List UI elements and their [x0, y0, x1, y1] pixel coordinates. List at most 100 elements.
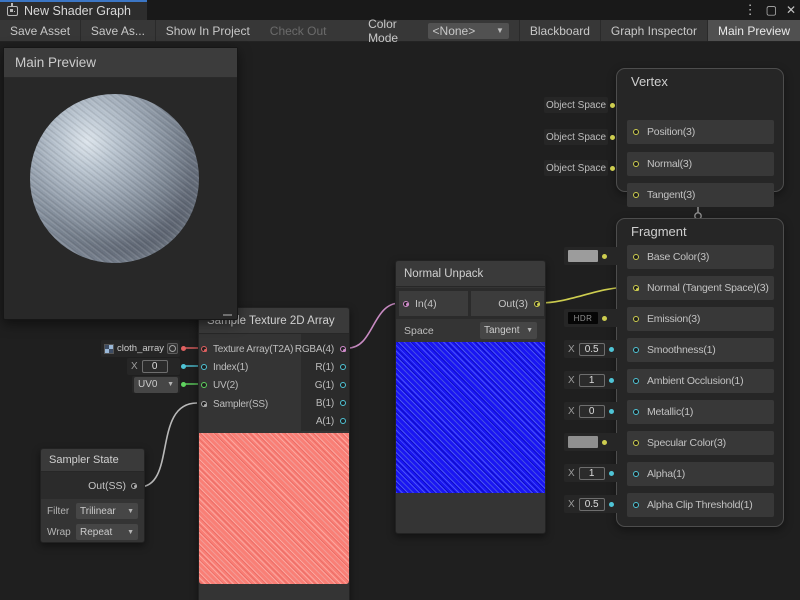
port-out[interactable]: [534, 301, 540, 307]
port-label: Alpha(1): [647, 468, 685, 480]
port-emission[interactable]: [633, 316, 639, 322]
port-base-color[interactable]: [633, 254, 639, 260]
smoothness-widget[interactable]: X 0.5: [564, 340, 620, 358]
output-g: G(1): [315, 376, 346, 394]
port-ambient-occlusion[interactable]: [633, 378, 639, 384]
index-widget[interactable]: X 0: [127, 358, 180, 375]
toolbar-spacer: [336, 20, 358, 41]
base-color-widget[interactable]: [564, 247, 620, 265]
color-swatch[interactable]: [568, 250, 598, 262]
panel-resize-handle[interactable]: [223, 314, 232, 316]
save-as-button[interactable]: Save As...: [81, 20, 155, 41]
fragment-row-smoothness: Smoothness(1): [627, 338, 774, 362]
main-preview-toggle-button[interactable]: Main Preview: [708, 20, 800, 41]
ambient-occlusion-widget[interactable]: X 1: [564, 371, 620, 389]
port-label: Emission(3): [647, 313, 700, 325]
object-picker-icon[interactable]: [167, 343, 178, 354]
metallic-widget[interactable]: X 0: [564, 402, 620, 420]
blackboard-toggle-button[interactable]: Blackboard: [520, 20, 600, 41]
port-tangent[interactable]: [633, 192, 639, 198]
object-space-pill[interactable]: Object Space: [544, 97, 608, 113]
graph-canvas[interactable]: Vertex Position(3) Normal(3) Tangent(3) …: [0, 42, 800, 600]
pill-label: Object Space: [546, 163, 606, 174]
x-label: X: [568, 468, 575, 479]
port-index[interactable]: [201, 364, 207, 370]
input-sampler: Sampler(SS): [201, 395, 268, 413]
window-menu-icon[interactable]: ⋮: [744, 0, 757, 20]
specular-color-widget[interactable]: [564, 433, 620, 451]
wrap-label: Wrap: [47, 527, 71, 538]
out-cell: Out(3): [471, 291, 544, 316]
connector-dot: [609, 378, 614, 383]
fragment-row-base-color: Base Color(3): [627, 245, 774, 269]
space-dropdown[interactable]: Tangent ▼: [480, 322, 537, 339]
uv-dropdown[interactable]: UV0 ▼: [134, 377, 178, 393]
vertex-row-normal: Normal(3): [627, 152, 774, 176]
connector-dot: [609, 502, 614, 507]
object-space-pill[interactable]: Object Space: [544, 160, 608, 176]
port-b[interactable]: [340, 400, 346, 406]
value-field[interactable]: 1: [579, 374, 605, 387]
alpha-clip-widget[interactable]: X 0.5: [564, 495, 620, 513]
normal-unpack-node[interactable]: Normal Unpack In(4) Out(3) Space Tangent…: [395, 260, 546, 534]
tab-new-shader-graph[interactable]: New Shader Graph: [0, 0, 147, 20]
close-icon[interactable]: ✕: [786, 0, 796, 20]
chevron-down-icon: ▼: [127, 508, 134, 515]
port-specular-color[interactable]: [633, 440, 639, 446]
show-in-project-button[interactable]: Show In Project: [156, 20, 260, 41]
vertex-node-title: Vertex: [617, 69, 783, 93]
port-position[interactable]: [633, 129, 639, 135]
sample-texture-2d-array-node[interactable]: Sample Texture 2D Array Texture Array(T2…: [198, 307, 350, 600]
uv-channel-widget[interactable]: UV0 ▼: [132, 376, 180, 393]
value-field[interactable]: 0.5: [579, 343, 605, 356]
wrap-dropdown[interactable]: Repeat ▼: [76, 524, 138, 540]
port-g[interactable]: [340, 382, 346, 388]
port-normal[interactable]: [633, 161, 639, 167]
port-a[interactable]: [340, 418, 346, 424]
fragment-row-emission: Emission(3): [627, 307, 774, 331]
port-label: In(4): [415, 298, 437, 310]
port-sampler[interactable]: [201, 401, 207, 407]
fragment-node[interactable]: Fragment Base Color(3) Normal (Tangent S…: [616, 218, 784, 527]
emission-widget[interactable]: HDR: [564, 309, 620, 327]
main-preview-panel[interactable]: Main Preview: [3, 47, 238, 320]
value-field[interactable]: 0: [579, 405, 605, 418]
port-in[interactable]: [403, 301, 409, 307]
connector-dot: [181, 382, 186, 387]
port-out-ss[interactable]: [131, 483, 137, 489]
hdr-color-swatch[interactable]: HDR: [568, 312, 598, 324]
port-label: UV(2): [213, 380, 238, 391]
color-mode-dropdown[interactable]: <None> ▼: [428, 23, 509, 39]
color-swatch[interactable]: [568, 436, 598, 448]
wire-samplerstate-to-sampler[interactable]: [139, 403, 197, 487]
graph-inspector-toggle-button[interactable]: Graph Inspector: [601, 20, 707, 41]
connector-dot: [181, 364, 186, 369]
wire-rgba-to-in[interactable]: [348, 303, 400, 348]
save-asset-button[interactable]: Save Asset: [0, 20, 80, 41]
tab-title: New Shader Graph: [24, 4, 131, 18]
port-smoothness[interactable]: [633, 347, 639, 353]
object-space-pill[interactable]: Object Space: [544, 129, 608, 145]
main-preview-header[interactable]: Main Preview: [4, 48, 237, 78]
filter-dropdown[interactable]: Trilinear ▼: [76, 503, 138, 519]
out-row: Out(SS): [41, 472, 144, 499]
value-field[interactable]: 0: [142, 360, 168, 373]
value-field[interactable]: 0.5: [579, 498, 605, 511]
port-texture-array[interactable]: [201, 346, 207, 352]
port-normal-tangent-space[interactable]: [633, 285, 639, 291]
sampler-state-node[interactable]: Sampler State Out(SS) Filter Trilinear ▼…: [40, 448, 145, 543]
vertex-node[interactable]: Vertex Position(3) Normal(3) Tangent(3): [616, 68, 784, 192]
port-label: Normal(3): [647, 158, 692, 170]
connector-dot: [602, 316, 607, 321]
node-title: Sampler State: [41, 449, 144, 472]
maximize-icon[interactable]: ▢: [766, 0, 777, 20]
port-alpha[interactable]: [633, 471, 639, 477]
value-field[interactable]: 1: [579, 467, 605, 480]
port-metallic[interactable]: [633, 409, 639, 415]
port-rgba[interactable]: [340, 346, 346, 352]
alpha-widget[interactable]: X 1: [564, 464, 620, 482]
cloth-array-field[interactable]: cloth_array: [101, 340, 180, 357]
port-r[interactable]: [340, 364, 346, 370]
port-uv[interactable]: [201, 382, 207, 388]
port-alpha-clip-threshold[interactable]: [633, 502, 639, 508]
